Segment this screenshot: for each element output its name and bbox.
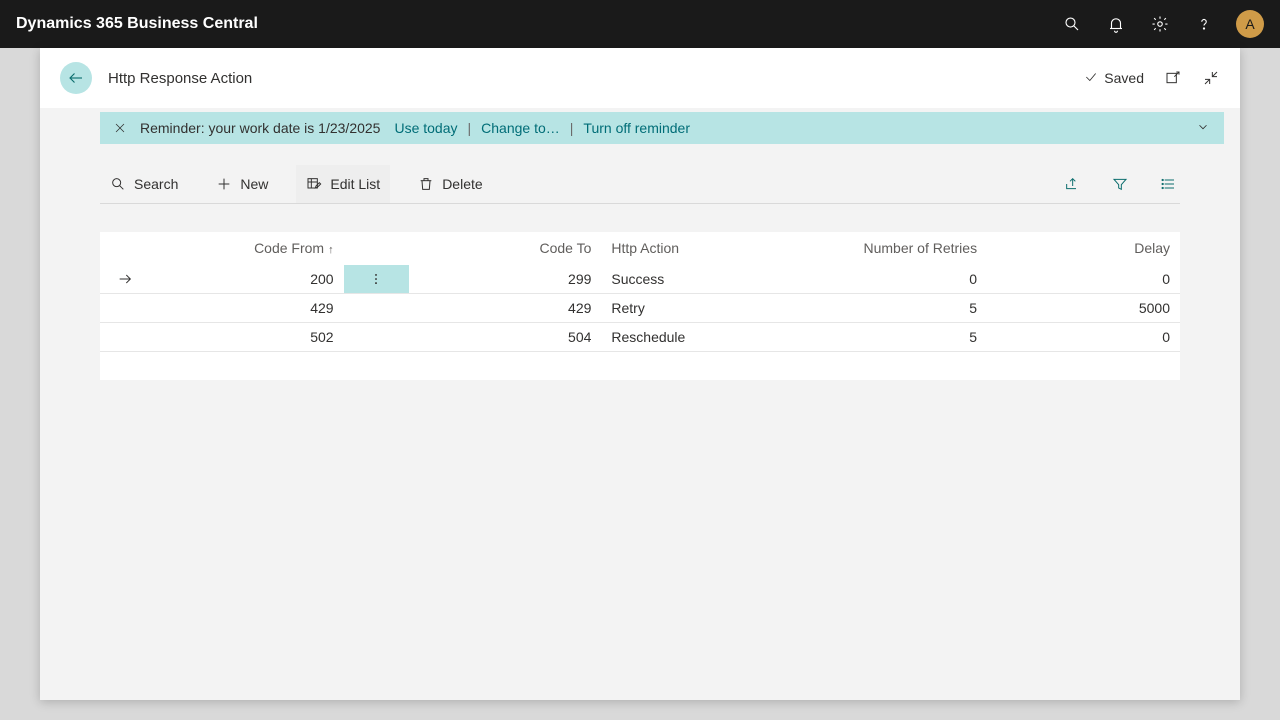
- toolbar: Search New Edit List Delete: [100, 164, 1180, 204]
- cell-http-action[interactable]: Success: [601, 265, 794, 294]
- cell-delay[interactable]: 0: [987, 265, 1180, 294]
- page-header: Http Response Action Saved: [40, 48, 1240, 108]
- link-turn-off[interactable]: Turn off reminder: [583, 120, 690, 136]
- reminder-links: Use today | Change to… | Turn off remind…: [394, 120, 690, 136]
- cell-delay[interactable]: 0: [987, 323, 1180, 352]
- back-button[interactable]: [60, 62, 92, 94]
- cell-retries[interactable]: 5: [794, 294, 987, 323]
- cell-code-from[interactable]: 502: [151, 323, 344, 352]
- saved-status: Saved: [1084, 70, 1144, 87]
- empty-row[interactable]: [100, 352, 1180, 380]
- app-bar: Dynamics 365 Business Central A: [0, 0, 1280, 48]
- cell-code-from[interactable]: 200: [151, 265, 344, 294]
- bell-icon[interactable]: [1104, 12, 1128, 36]
- plus-icon: [216, 176, 232, 192]
- reminder-text: Reminder: your work date is 1/23/2025: [140, 120, 380, 136]
- cell-code-to[interactable]: 504: [409, 323, 602, 352]
- column-delay[interactable]: Delay: [987, 232, 1180, 265]
- table-row[interactable]: 429 429 Retry 5 5000: [100, 294, 1180, 323]
- header-actions: Saved: [1084, 69, 1220, 87]
- delete-label: Delete: [442, 176, 482, 192]
- search-icon: [110, 176, 126, 192]
- open-new-window-icon[interactable]: [1164, 69, 1182, 87]
- page-shell: Http Response Action Saved Reminder: you…: [40, 48, 1240, 700]
- close-icon[interactable]: [114, 122, 126, 134]
- new-button[interactable]: New: [206, 165, 278, 203]
- table-row[interactable]: 200 299 Success 0 0: [100, 265, 1180, 294]
- gear-icon[interactable]: [1148, 12, 1172, 36]
- trash-icon: [418, 176, 434, 192]
- cell-retries[interactable]: 5: [794, 323, 987, 352]
- reminder-bar: Reminder: your work date is 1/23/2025 Us…: [100, 112, 1224, 144]
- help-icon[interactable]: [1192, 12, 1216, 36]
- delete-button[interactable]: Delete: [408, 165, 492, 203]
- data-grid[interactable]: Code From↑ Code To Http Action Number of…: [100, 232, 1180, 380]
- column-retries[interactable]: Number of Retries: [794, 232, 987, 265]
- cell-code-to[interactable]: 299: [409, 265, 602, 294]
- app-brand: Dynamics 365 Business Central: [16, 15, 258, 33]
- check-icon: [1084, 70, 1098, 87]
- column-http-action[interactable]: Http Action: [601, 232, 794, 265]
- cell-code-to[interactable]: 429: [409, 294, 602, 323]
- separator: |: [570, 120, 574, 136]
- column-code-to[interactable]: Code To: [409, 232, 602, 265]
- link-change-to[interactable]: Change to…: [481, 120, 560, 136]
- column-code-from[interactable]: Code From↑: [151, 232, 344, 265]
- appbar-right: A: [1060, 10, 1264, 38]
- sort-asc-icon: ↑: [328, 244, 334, 256]
- table-row[interactable]: 502 504 Reschedule 5 0: [100, 323, 1180, 352]
- edit-list-icon: [306, 176, 322, 192]
- cell-http-action[interactable]: Retry: [601, 294, 794, 323]
- share-icon[interactable]: [1064, 176, 1080, 192]
- separator: |: [468, 120, 472, 136]
- avatar[interactable]: A: [1236, 10, 1264, 38]
- search-button[interactable]: Search: [100, 165, 188, 203]
- cell-http-action[interactable]: Reschedule: [601, 323, 794, 352]
- edit-list-button[interactable]: Edit List: [296, 165, 390, 203]
- arrow-right-icon: [110, 271, 141, 287]
- link-use-today[interactable]: Use today: [394, 120, 457, 136]
- list-icon[interactable]: [1160, 176, 1176, 192]
- cell-code-from[interactable]: 429: [151, 294, 344, 323]
- search-icon[interactable]: [1060, 12, 1084, 36]
- edit-list-label: Edit List: [330, 176, 380, 192]
- collapse-icon[interactable]: [1202, 69, 1220, 87]
- new-label: New: [240, 176, 268, 192]
- chevron-down-icon[interactable]: [1196, 120, 1210, 137]
- cell-retries[interactable]: 0: [794, 265, 987, 294]
- row-menu-button[interactable]: [344, 265, 409, 293]
- page-title: Http Response Action: [108, 70, 1068, 87]
- saved-label: Saved: [1104, 70, 1144, 86]
- cell-delay[interactable]: 5000: [987, 294, 1180, 323]
- filter-icon[interactable]: [1112, 176, 1128, 192]
- header-row: Code From↑ Code To Http Action Number of…: [100, 232, 1180, 265]
- search-label: Search: [134, 176, 178, 192]
